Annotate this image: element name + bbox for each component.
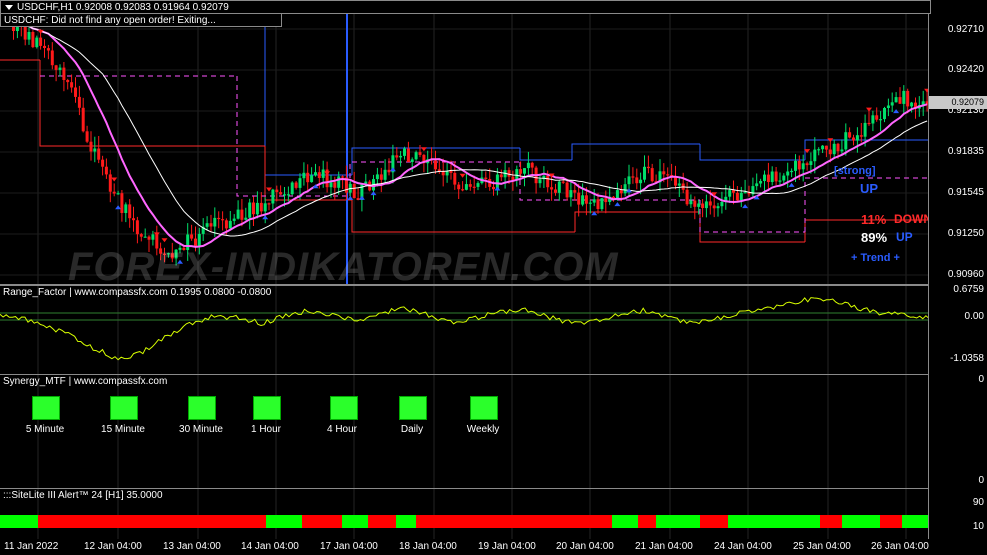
time-axis: 11 Jan 2022 12 Jan 04:00 13 Jan 04:00 14…: [0, 539, 929, 555]
synergy-header: Synergy_MTF | www.compassfx.com: [3, 376, 168, 387]
chart-window: 0.92710 0.92420 0.92130 0.91835 0.91545 …: [0, 0, 987, 555]
price-label: 0.91250: [947, 228, 984, 239]
chart-title: USDCHF,H1 0.92008 0.92083 0.91964 0.9207…: [17, 2, 229, 13]
sitelite-header: :::SiteLite III Alert™ 24 [H1] 35.0000: [3, 490, 163, 501]
price-panel: FOREX-INDIKATOREN.COM [strong] UP 11% DO…: [0, 0, 932, 289]
annotation-up: UP: [860, 181, 879, 196]
time-label: 25 Jan 04:00: [793, 541, 851, 552]
range-factor-header: Range_Factor | www.compassfx.com 0.1995 …: [3, 287, 272, 298]
annotation-strong: [strong]: [834, 165, 876, 177]
synergy-axis-top: 0: [978, 374, 984, 385]
time-label: 12 Jan 04:00: [84, 541, 142, 552]
time-label: 26 Jan 04:00: [871, 541, 929, 552]
sitelite-panel: :::SiteLite III Alert™ 24 [H1] 35.0000: [0, 488, 929, 541]
time-label: 11 Jan 2022: [4, 541, 59, 552]
price-label: 0.91835: [947, 146, 984, 157]
synergy-box-weekly: [470, 396, 498, 420]
synergy-box-5m: [32, 396, 60, 420]
range-factor-panel: Range_Factor | www.compassfx.com 0.1995 …: [0, 285, 929, 375]
price-plot: [0, 0, 929, 284]
sitelite-label-low: 10: [972, 521, 984, 532]
price-label: 0.92420: [947, 64, 984, 75]
chart-title-bar[interactable]: USDCHF,H1 0.92008 0.92083 0.91964 0.9207…: [0, 0, 931, 14]
time-label: 14 Jan 04:00: [241, 541, 299, 552]
synergy-box-daily: [399, 396, 427, 420]
synergy-label-15m: 15 Minute: [101, 424, 145, 435]
alert-bar: USDCHF: Did not find any open order! Exi…: [0, 13, 282, 27]
synergy-label-weekly: Weekly: [466, 424, 500, 435]
alert-text: USDCHF: Did not find any open order! Exi…: [4, 15, 216, 26]
synergy-label-daily: Daily: [400, 424, 424, 435]
time-label: 18 Jan 04:00: [399, 541, 457, 552]
rf-label-mid: 0.00: [964, 311, 984, 322]
time-label: 19 Jan 04:00: [478, 541, 536, 552]
current-price-label: 0.92079: [951, 97, 984, 107]
price-label: 0.91545: [947, 187, 984, 198]
synergy-label-1h: 1 Hour: [250, 424, 281, 435]
synergy-axis-bottom: 0: [978, 475, 984, 486]
price-axis: 0.92710 0.92420 0.92130 0.91835 0.91545 …: [928, 0, 987, 555]
time-label: 21 Jan 04:00: [635, 541, 693, 552]
synergy-box-4h: [330, 396, 358, 420]
rf-label-low: -1.0358: [950, 353, 984, 364]
annotation-up-pct: 89%: [861, 230, 888, 245]
time-label: 13 Jan 04:00: [163, 541, 221, 552]
price-label: 0.92710: [947, 24, 984, 35]
range-factor-plot: [0, 286, 929, 374]
annotation-down-pct: 11%: [861, 212, 887, 227]
synergy-label-5m: 5 Minute: [25, 424, 65, 435]
synergy-box-30m: [188, 396, 216, 420]
annotation-down: DOWN: [894, 212, 932, 226]
time-label: 20 Jan 04:00: [556, 541, 614, 552]
time-label: 24 Jan 04:00: [714, 541, 772, 552]
synergy-panel: Synergy_MTF | www.compassfx.com 5 Minute…: [0, 374, 929, 489]
time-label: 17 Jan 04:00: [320, 541, 378, 552]
synergy-box-15m: [110, 396, 138, 420]
synergy-label-4h: 4 Hour: [326, 424, 357, 435]
synergy-label-30m: 30 Minute: [179, 424, 223, 435]
annotation-trend: + Trend +: [851, 252, 900, 264]
price-label: 0.90960: [947, 269, 984, 280]
rf-label-high: 0.6759: [953, 284, 984, 295]
synergy-box-1h: [253, 396, 281, 420]
chevron-down-icon[interactable]: [5, 5, 13, 10]
annotation-up2: UP: [896, 230, 913, 244]
sitelite-label-high: 90: [972, 497, 984, 508]
